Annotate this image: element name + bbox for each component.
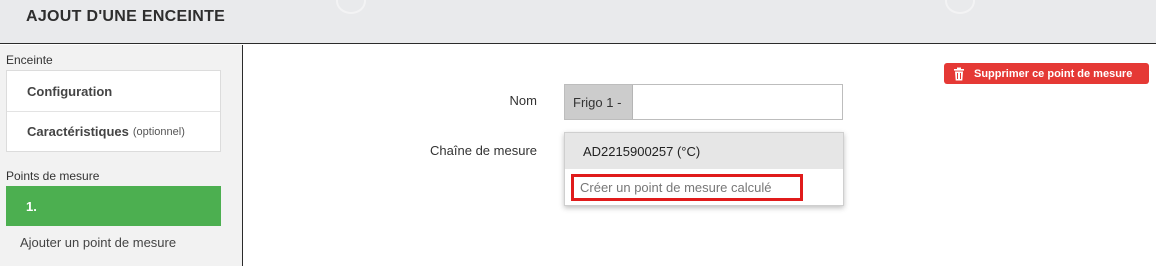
sidebar-item-label: Configuration <box>27 83 113 99</box>
background-nav-icon <box>945 0 975 14</box>
trash-icon <box>954 67 964 80</box>
nom-input[interactable] <box>633 85 842 119</box>
section-label-enceinte: Enceinte <box>6 53 53 67</box>
chaine-label: Chaîne de mesure <box>430 143 537 158</box>
optional-hint: (optionnel) <box>132 125 185 138</box>
sidebar-item-caracteristiques[interactable]: Caractéristiques (optionnel) <box>7 111 220 151</box>
delete-point-button[interactable]: Supprimer ce point de mesure <box>944 63 1149 84</box>
sidebar: Enceinte Configuration Caractéristiques … <box>0 45 243 266</box>
nom-field: Frigo 1 - <box>564 84 843 120</box>
dropdown-option-create-calculated[interactable]: Créer un point de mesure calculé <box>571 174 803 201</box>
sidebar-item-point-1[interactable]: 1. <box>6 186 221 226</box>
background-nav-icon <box>336 0 366 14</box>
sidebar-item-label: 1. <box>26 198 37 214</box>
nom-prefix: Frigo 1 - <box>565 85 633 119</box>
dropdown-option-sensor[interactable]: AD2215900257 (°C) <box>565 133 843 169</box>
sidebar-item-configuration[interactable]: Configuration <box>7 71 220 111</box>
nom-label: Nom <box>509 93 537 108</box>
sidebar-item-label: Caractéristiques <box>27 124 129 139</box>
chaine-dropdown: AD2215900257 (°C) Créer un point de mesu… <box>564 132 844 206</box>
add-point-link[interactable]: Ajouter un point de mesure <box>20 235 176 250</box>
delete-point-label: Supprimer ce point de mesure <box>974 67 1133 80</box>
enceinte-steps: Configuration Caractéristiques (optionne… <box>6 70 221 152</box>
modal-title: AJOUT D'UNE ENCEINTE <box>26 8 226 25</box>
section-label-points: Points de mesure <box>6 169 100 183</box>
modal-header: AJOUT D'UNE ENCEINTE <box>0 0 1156 44</box>
